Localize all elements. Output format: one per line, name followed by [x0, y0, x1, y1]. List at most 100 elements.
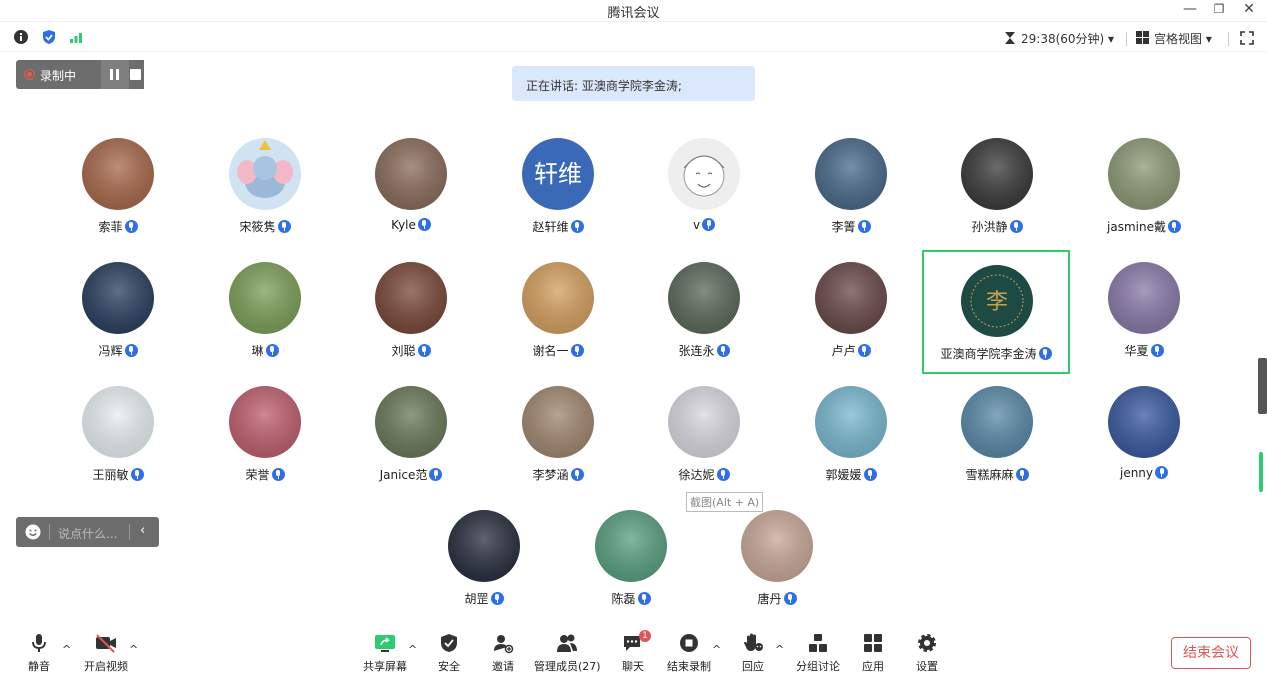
microphone-status-icon [124, 344, 138, 357]
meeting-timer[interactable]: 29:38(60分钟) ▾ [1021, 30, 1114, 47]
title-bar: 腾讯会议 — ❐ ✕ [0, 0, 1267, 22]
share-screen-button[interactable]: 共享屏幕 [361, 632, 409, 674]
chevron-up-icon[interactable]: ^ [62, 643, 71, 656]
participant-tile[interactable]: 郭媛媛 [778, 373, 924, 497]
participant-tile[interactable]: 李梦涵 [485, 373, 631, 497]
stop-record-button[interactable] [129, 60, 144, 89]
layout-switch[interactable]: 宫格视图 ▾ [1154, 30, 1212, 47]
close-button[interactable]: ✕ [1238, 0, 1260, 20]
end-meeting-button[interactable]: 结束会议 [1171, 637, 1251, 669]
participant-tile[interactable]: 荣誉 [192, 373, 338, 497]
participant-name: 华夏 [1071, 342, 1217, 359]
gear-icon [918, 634, 936, 652]
participant-tile[interactable]: 刘聪 [338, 249, 484, 373]
participant-tile[interactable]: 雪糕麻麻 [924, 373, 1070, 497]
avatar [1108, 138, 1180, 210]
participant-name: Janice范 [338, 466, 484, 483]
signal-icon[interactable] [68, 29, 84, 45]
profile-photo-icon [375, 386, 447, 458]
chat-button[interactable]: 聊天 1 [620, 630, 651, 674]
participant-tile[interactable]: jasmine戴 [1071, 125, 1217, 249]
participant-tile[interactable]: 索菲 [45, 125, 191, 249]
minimize-button[interactable]: — [1179, 0, 1201, 20]
participant-name-text: 王丽敏 [92, 468, 129, 482]
pause-record-button[interactable] [101, 60, 129, 89]
members-label: 管理成员(27) [534, 660, 601, 673]
restore-button[interactable]: ❐ [1208, 0, 1230, 20]
microphone-status-icon [271, 468, 285, 481]
divider [129, 524, 130, 540]
info-icon[interactable] [13, 29, 29, 45]
avatar [815, 138, 887, 210]
participant-tile[interactable]: 李亚澳商学院李金涛 [922, 250, 1070, 374]
participant-tile[interactable]: 华夏 [1071, 249, 1217, 373]
participant-tile[interactable]: 李箐 [778, 125, 924, 249]
participant-tile[interactable]: jenny [1071, 373, 1217, 497]
profile-photo-icon [668, 262, 740, 334]
microphone-status-icon [130, 468, 144, 481]
video-button[interactable]: 开启视频 [82, 632, 130, 674]
avatar [668, 262, 740, 334]
participant-name: Kyle [338, 218, 484, 232]
participant-tile[interactable]: Janice范 [338, 373, 484, 497]
speaking-banner: 正在讲话: 亚澳商学院李金涛; [512, 66, 755, 101]
participant-tile[interactable]: 徐达妮 [631, 373, 777, 497]
side-panel-handle[interactable] [1258, 358, 1267, 414]
participant-name-text: 郭媛媛 [825, 468, 862, 482]
avatar [595, 510, 667, 582]
participant-tile[interactable]: 冯辉 [45, 249, 191, 373]
participant-name-text: 唐丹 [757, 592, 782, 606]
participant-name-text: 张连永 [678, 344, 715, 358]
shield-icon[interactable] [41, 29, 57, 45]
avatar [668, 386, 740, 458]
chevron-up-icon[interactable]: ^ [712, 643, 721, 656]
participant-name: 李梦涵 [485, 466, 631, 483]
mute-button[interactable]: 静音 [22, 632, 56, 674]
fullscreen-icon[interactable] [1240, 31, 1254, 45]
collapse-chevron-icon[interactable]: ‹ [140, 523, 145, 538]
participant-tile[interactable]: v [631, 125, 777, 249]
chevron-up-icon[interactable]: ^ [775, 643, 784, 656]
bottom-toolbar: 静音 ^ 开启视频 ^ 共享屏幕 ^ 安全 邀请 管理成员(27) 聊天 1 结… [0, 628, 1267, 682]
invite-label: 邀请 [492, 660, 514, 673]
microphone-status-icon [702, 218, 716, 231]
chevron-up-icon[interactable]: ^ [408, 643, 417, 656]
participant-tile[interactable]: 唐丹 [704, 497, 850, 621]
chat-label: 聊天 [622, 660, 644, 673]
participant-tile[interactable]: 宋筱隽 [192, 125, 338, 249]
profile-photo-icon [961, 386, 1033, 458]
participant-tile[interactable]: 琳 [192, 249, 338, 373]
participant-tile[interactable]: 卢卢 [778, 249, 924, 373]
participant-name-text: 刘聪 [391, 344, 416, 358]
participant-tile[interactable]: 胡罡 [411, 497, 557, 621]
chat-placeholder[interactable]: 说点什么... [58, 525, 117, 542]
participant-tile[interactable]: 轩维 赵轩维 [485, 125, 631, 249]
avatar [815, 386, 887, 458]
emoji-icon[interactable] [25, 524, 41, 540]
participant-tile[interactable]: 王丽敏 [45, 373, 191, 497]
profile-photo-icon [961, 138, 1033, 210]
participant-tile[interactable]: 张连永 [631, 249, 777, 373]
participant-tile[interactable]: 陈磊 [558, 497, 704, 621]
mute-label: 静音 [28, 660, 50, 673]
participant-name: 孙洪静 [924, 218, 1070, 235]
apps-button[interactable]: 应用 [860, 632, 886, 674]
participant-name-text: 陈磊 [611, 592, 636, 606]
participant-name-text: 赵轩维 [532, 220, 569, 234]
invite-button[interactable]: 邀请 [490, 632, 516, 674]
participant-tile[interactable]: 谢名一 [485, 249, 631, 373]
stop-recording-button[interactable]: 结束录制 [666, 632, 712, 674]
chevron-down-icon: ▾ [1205, 32, 1212, 46]
manage-members-button[interactable]: 管理成员(27) [534, 632, 601, 674]
chat-input-bar[interactable]: 说点什么... ‹ [16, 517, 159, 547]
security-button[interactable]: 安全 [436, 632, 462, 674]
participant-tile[interactable]: Kyle [338, 125, 484, 249]
settings-button[interactable]: 设置 [914, 632, 940, 674]
participant-name-text: 孙洪静 [971, 220, 1008, 234]
react-button[interactable]: 回应 [740, 632, 766, 674]
chevron-up-icon[interactable]: ^ [129, 643, 138, 656]
participant-tile[interactable]: 孙洪静 [924, 125, 1070, 249]
pause-icon [110, 69, 119, 80]
microphone-status-icon [1150, 344, 1164, 357]
breakout-button[interactable]: 分组讨论 [795, 632, 841, 674]
